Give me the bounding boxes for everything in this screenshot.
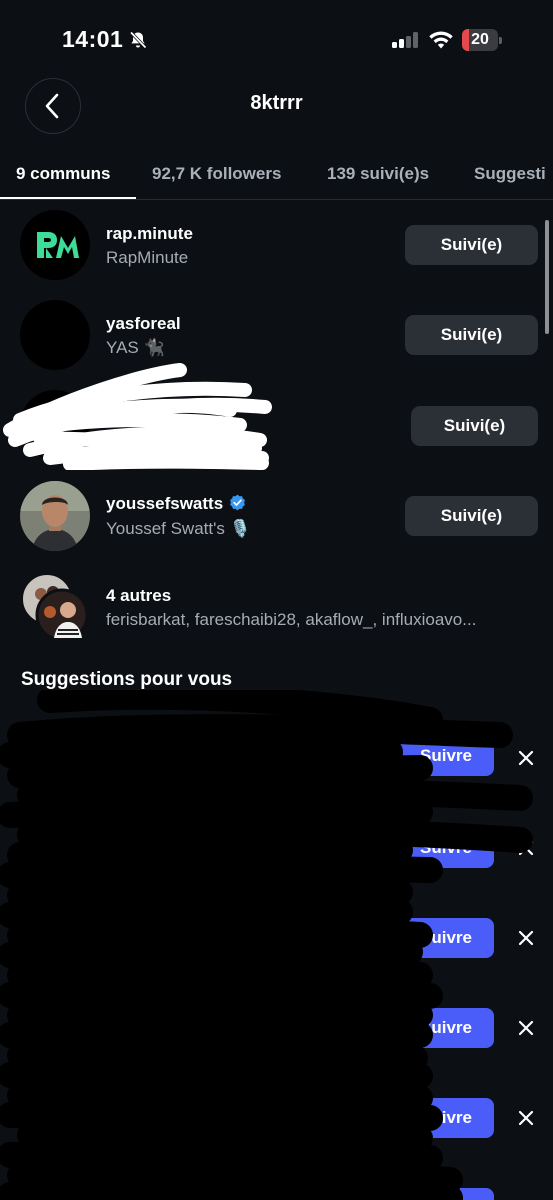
follow-button[interactable]: Suivre [398, 918, 494, 958]
avatar[interactable] [20, 390, 90, 460]
cellular-signal-icon [392, 32, 420, 48]
status-bar: 14:01 20 [0, 0, 553, 82]
avatar[interactable] [20, 481, 90, 551]
more-mutuals-item[interactable]: 4 autres ferisbarkat, fareschaibi28, aka… [0, 570, 553, 650]
tab-followers[interactable]: 92,7 K followers [152, 164, 281, 184]
avatar[interactable] [20, 990, 90, 1060]
suggestions-heading: Suggestions pour vous [21, 669, 233, 690]
header: 8ktrrr [0, 78, 553, 134]
status-time: 14:01 [62, 26, 124, 52]
avatar[interactable] [20, 1080, 90, 1150]
username[interactable]: youssefswatts [106, 494, 223, 513]
display-name: Youssef Swatt's 🎙️ [106, 519, 251, 538]
avatar[interactable] [20, 810, 90, 880]
username[interactable]: rap.minute [106, 224, 193, 244]
active-tab-indicator [0, 197, 136, 199]
suggestion-item[interactable]: Suivre [0, 808, 553, 888]
avatar[interactable] [20, 210, 90, 280]
bell-slash-icon [129, 31, 147, 49]
close-icon[interactable] [516, 748, 536, 768]
suggestion-item[interactable]: Suivre [0, 1168, 553, 1200]
avatar[interactable] [20, 720, 90, 790]
following-button[interactable]: Suivi(e) [411, 406, 538, 446]
close-icon[interactable] [516, 928, 536, 948]
close-icon[interactable] [516, 1018, 536, 1038]
battery-level: 20 [471, 31, 489, 48]
tab-following[interactable]: 139 suivi(e)s [327, 164, 429, 184]
display-name: RapMinute [106, 248, 189, 267]
username-row[interactable]: youssefswatts [106, 494, 246, 514]
suggestion-item[interactable]: Suivre [0, 1078, 553, 1158]
profile-photo [20, 481, 90, 551]
rapminute-logo [20, 210, 90, 280]
others-names: ferisbarkat, fareschaibi28, akaflow_, in… [106, 610, 477, 629]
list-item[interactable]: rap.minute RapMinute Suivi(e) [0, 208, 553, 288]
tab-mutuals[interactable]: 9 communs [16, 164, 110, 184]
tab-bar: 9 communs 92,7 K followers 139 suivi(e)s… [0, 150, 553, 200]
display-name: YAS 🐈‍⬛ [106, 338, 165, 357]
battery-icon: 20 [462, 29, 502, 51]
close-icon[interactable] [516, 1108, 536, 1128]
following-button[interactable]: Suivi(e) [405, 315, 538, 355]
avatar[interactable] [20, 900, 90, 970]
list-item[interactable]: youssefswatts Youssef Swatt's 🎙️ Suivi(e… [0, 478, 553, 558]
wifi-icon [429, 31, 453, 49]
stacked-avatars [21, 573, 89, 642]
verified-badge-icon [230, 494, 246, 511]
list-item[interactable]: Suivi(e) [0, 388, 553, 468]
suggestion-item[interactable]: Suivre [0, 898, 553, 978]
list-item[interactable]: yasforeal YAS 🐈‍⬛ Suivi(e) [0, 298, 553, 378]
following-button[interactable]: Suivi(e) [405, 225, 538, 265]
username[interactable]: yasforeal [106, 314, 181, 334]
screen: 14:01 20 8ktrrr 9 communs 92,7 K followe… [0, 0, 553, 1200]
close-icon[interactable] [516, 838, 536, 858]
follow-button[interactable]: Suivre [398, 1188, 494, 1200]
avatar[interactable] [20, 1170, 90, 1200]
avatar[interactable] [20, 300, 90, 370]
follow-button[interactable]: Suivre [398, 1008, 494, 1048]
follow-button[interactable]: Suivre [398, 736, 494, 776]
follow-button[interactable]: Suivre [398, 1098, 494, 1138]
follow-button[interactable]: Suivre [398, 828, 494, 868]
suggestion-item[interactable]: Suivre [0, 718, 553, 798]
page-title: 8ktrrr [250, 92, 303, 114]
tab-suggestions[interactable]: Suggesti [474, 164, 546, 184]
following-button[interactable]: Suivi(e) [405, 496, 538, 536]
suggestion-item[interactable]: Suivre [0, 988, 553, 1068]
others-title[interactable]: 4 autres [106, 586, 171, 606]
